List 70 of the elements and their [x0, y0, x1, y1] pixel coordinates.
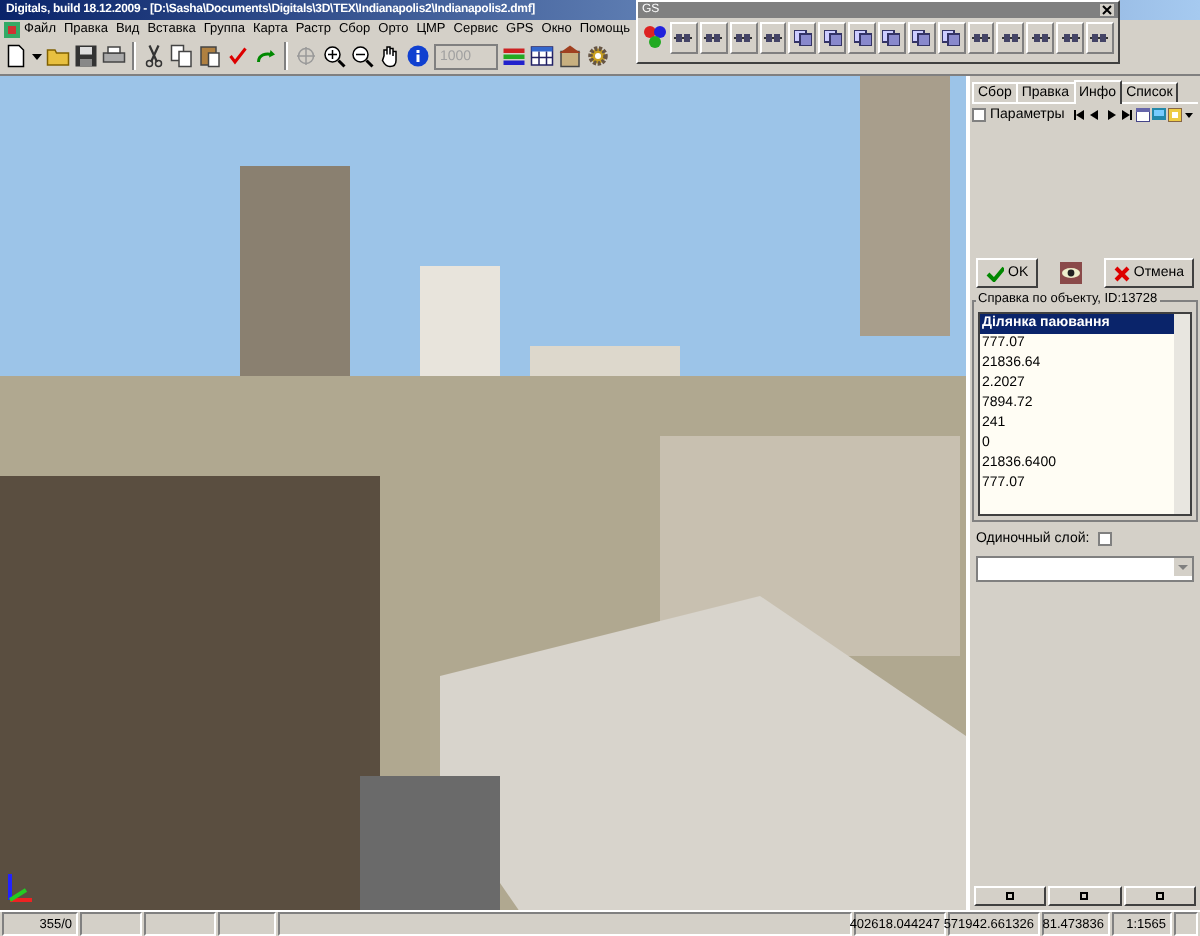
- toolbar-button[interactable]: [996, 22, 1025, 54]
- redo-icon[interactable]: [254, 44, 278, 68]
- node-icon: [674, 30, 693, 46]
- node-icon: [734, 30, 753, 46]
- toolbar-button[interactable]: [818, 22, 847, 54]
- calendar-icon[interactable]: [1136, 108, 1151, 122]
- parameters-checkbox[interactable]: [972, 108, 986, 122]
- zoom-out-icon[interactable]: [350, 44, 374, 68]
- check-icon: [986, 265, 1004, 282]
- hand-icon[interactable]: [378, 44, 402, 68]
- close-icon[interactable]: [1100, 4, 1114, 16]
- toolbar-button[interactable]: [1056, 22, 1085, 54]
- layers-icon[interactable]: [502, 44, 526, 68]
- toolbar-button[interactable]: [848, 22, 877, 54]
- scrollbar[interactable]: [1174, 314, 1190, 515]
- eye-icon[interactable]: [1060, 262, 1082, 285]
- node-icon: [704, 30, 723, 46]
- panel-button[interactable]: [974, 886, 1047, 906]
- pages-icon: [942, 30, 961, 46]
- node-icon: [1090, 30, 1109, 46]
- panel-button[interactable]: [1123, 886, 1196, 906]
- app-icon: [4, 21, 20, 37]
- square-icon: [1155, 892, 1164, 900]
- copy-icon[interactable]: [170, 44, 194, 68]
- axes-icon: [6, 872, 34, 904]
- layer-dropdown[interactable]: [976, 556, 1194, 583]
- node-icon: [1031, 30, 1050, 46]
- node-icon: [764, 30, 782, 46]
- toolbar-button[interactable]: [907, 22, 936, 54]
- toolbar-button[interactable]: [878, 22, 906, 54]
- clipboard-icon[interactable]: [198, 44, 222, 68]
- building-icon[interactable]: [558, 44, 582, 68]
- caret-icon[interactable]: [32, 53, 42, 59]
- zoom-in-icon[interactable]: [322, 44, 346, 68]
- panel-button[interactable]: [1048, 886, 1122, 906]
- dropdown-arrow-icon[interactable]: [1184, 108, 1195, 122]
- status-panel: [144, 912, 216, 936]
- square-icon: [1006, 892, 1015, 900]
- color-circles-icon[interactable]: [642, 22, 668, 50]
- pages-icon: [793, 30, 812, 46]
- status-panel: [1174, 912, 1198, 936]
- status-panel: [80, 912, 142, 936]
- folder-icon[interactable]: [46, 44, 70, 68]
- gear-icon[interactable]: [586, 44, 610, 68]
- printer-icon[interactable]: [102, 44, 126, 68]
- scissors-icon[interactable]: [142, 44, 166, 68]
- new-page-icon[interactable]: [4, 44, 28, 68]
- check-icon[interactable]: [226, 44, 250, 68]
- pages-icon: [912, 30, 931, 46]
- pages-icon: [882, 30, 901, 46]
- info-icon[interactable]: [406, 44, 430, 68]
- pages-icon: [853, 30, 872, 46]
- toolbar-button[interactable]: [788, 22, 817, 54]
- toolbar-button[interactable]: [699, 22, 728, 54]
- square-icon: [1080, 892, 1089, 900]
- toolbar-button[interactable]: [759, 22, 787, 54]
- node-icon: [1061, 30, 1080, 46]
- toolbar-button[interactable]: [1086, 22, 1114, 54]
- window-icon[interactable]: [1168, 108, 1183, 122]
- toolbar-button[interactable]: [937, 22, 966, 54]
- node-icon: [1001, 30, 1020, 46]
- pages-icon: [823, 30, 842, 46]
- single-layer-checkbox[interactable]: [1097, 532, 1112, 547]
- toolbar-button[interactable]: [1026, 22, 1055, 54]
- node-icon: [972, 30, 991, 46]
- table-icon[interactable]: [530, 44, 554, 68]
- toolbar-button[interactable]: [670, 22, 698, 54]
- toolbar-button[interactable]: [729, 22, 758, 54]
- cross-icon: [1113, 265, 1130, 282]
- toolbar-button[interactable]: [967, 22, 995, 54]
